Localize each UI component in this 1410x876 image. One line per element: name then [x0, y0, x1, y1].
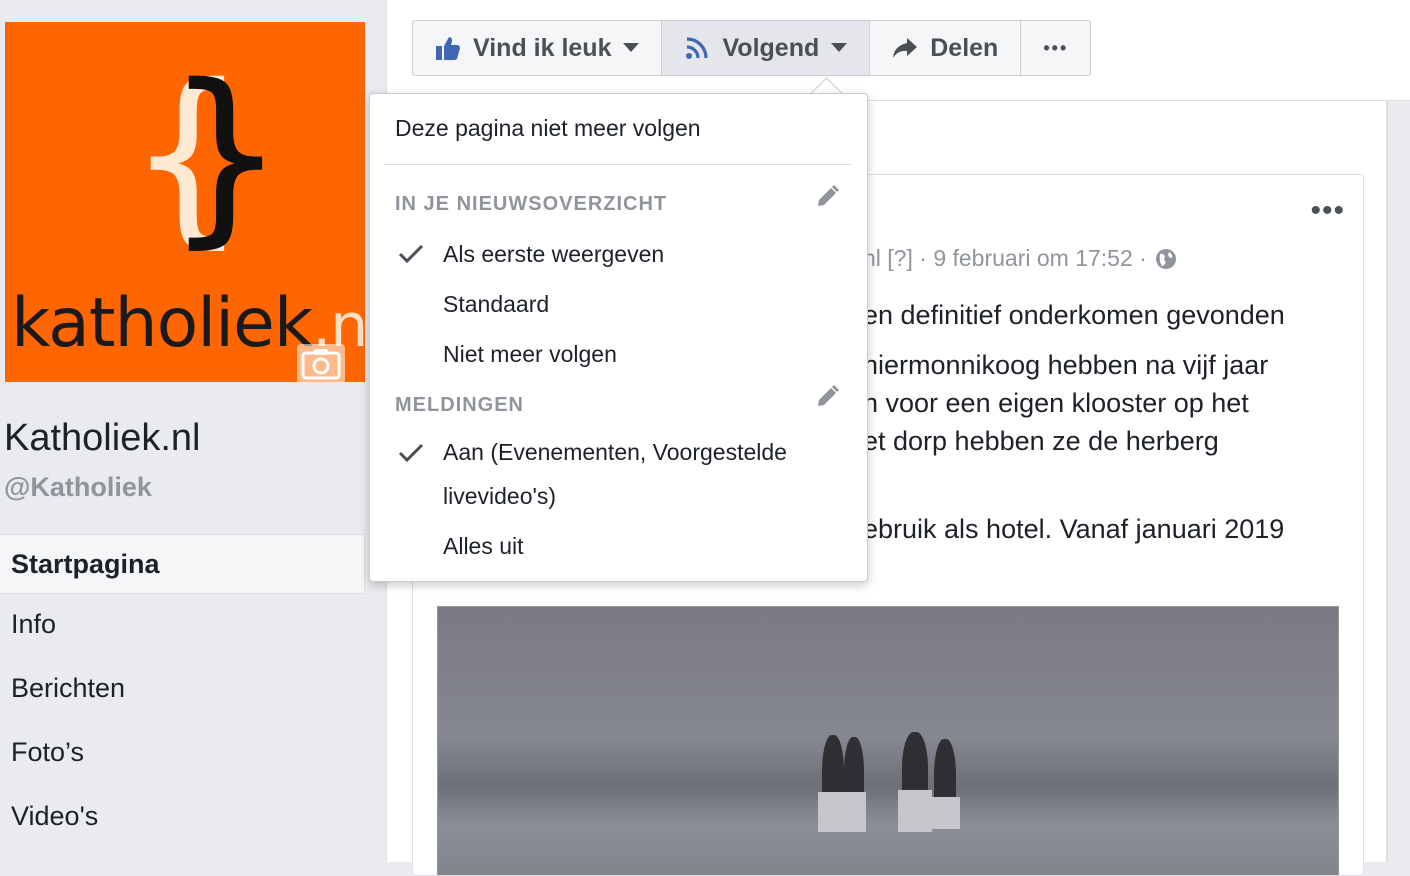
- post-photo[interactable]: [437, 606, 1339, 875]
- nav-item-videos[interactable]: Video's: [0, 786, 365, 850]
- show-first-option[interactable]: Als eerste weergeven: [443, 241, 664, 268]
- post-options-button[interactable]: •••: [1310, 196, 1345, 226]
- notifications-on-option-cont[interactable]: livevideo's): [443, 483, 556, 510]
- post-text-line: ebruik als hotel. Vanaf januari 2019: [863, 514, 1285, 544]
- default-option[interactable]: Standaard: [443, 291, 549, 318]
- camera-icon[interactable]: [297, 344, 345, 382]
- pencil-icon[interactable]: [814, 184, 840, 215]
- logo-brace-close: }: [165, 44, 286, 265]
- follow-button[interactable]: Volgend: [662, 21, 871, 75]
- unfollow-page-item[interactable]: Deze pagina niet meer volgen: [395, 115, 701, 142]
- notifications-off-option[interactable]: Alles uit: [443, 533, 524, 560]
- menu-divider: [384, 164, 852, 165]
- profile-picture[interactable]: { } katholiek.nl: [5, 22, 365, 382]
- share-arrow-icon: [892, 37, 918, 59]
- post-timestamp[interactable]: · 9 februari om 17:52 ·: [919, 245, 1147, 272]
- rss-icon: [684, 35, 710, 61]
- post-text-line: n voor een eigen klooster op het: [863, 388, 1249, 418]
- follow-button-label: Volgend: [722, 33, 820, 62]
- more-actions-button[interactable]: •••: [1021, 21, 1090, 75]
- post-text-line: hiermonnikoog hebben na vijf jaar: [863, 350, 1269, 380]
- left-column: { } katholiek.nl Katholiek.nl @Katholiek…: [0, 0, 387, 862]
- nav-item-info[interactable]: Info: [0, 594, 365, 658]
- follow-dropdown-menu: Deze pagina niet meer volgen IN JE NIEUW…: [369, 93, 868, 582]
- chevron-down-icon: [831, 43, 848, 53]
- unfollow-option[interactable]: Niet meer volgen: [443, 341, 617, 368]
- page-handle[interactable]: @Katholiek: [4, 472, 152, 503]
- post-text-line: et dorp hebben ze de herberg: [863, 426, 1219, 456]
- checkmark-icon: [398, 443, 424, 468]
- share-button-label: Delen: [930, 33, 999, 62]
- chevron-down-icon: [623, 43, 640, 53]
- page-title: Katholiek.nl: [4, 417, 201, 459]
- globe-icon: [1155, 248, 1177, 270]
- photo-figure-robe: [842, 792, 866, 832]
- nav-item-fotos[interactable]: Foto’s: [0, 722, 365, 786]
- like-button-label: Vind ik leuk: [473, 33, 612, 62]
- newsfeed-section-header: IN JE NIEUWSOVERZICHT: [395, 193, 668, 215]
- nav-item-berichten[interactable]: Berichten: [0, 658, 365, 722]
- pencil-icon[interactable]: [814, 384, 840, 415]
- photo-figure-robe: [932, 797, 960, 829]
- thumbs-up-icon: [435, 35, 461, 61]
- checkmark-icon: [398, 244, 424, 269]
- more-dots-icon: •••: [1043, 37, 1069, 58]
- page-action-bar: Vind ik leuk Volgend Delen •••: [412, 20, 1092, 76]
- share-button[interactable]: Delen: [870, 21, 1022, 75]
- page-nav: Startpagina Info Berichten Foto’s Video'…: [0, 534, 365, 850]
- notifications-on-option[interactable]: Aan (Evenementen, Voorgestelde: [443, 439, 787, 466]
- like-button[interactable]: Vind ik leuk: [413, 21, 663, 75]
- photo-figure-robe: [898, 790, 932, 832]
- post-text-line: en definitief onderkomen gevonden: [863, 300, 1285, 330]
- nav-item-startpagina[interactable]: Startpagina: [0, 534, 365, 594]
- post-meta-flag[interactable]: [?]: [887, 245, 913, 272]
- feed-panel-border: [1386, 101, 1388, 862]
- post-meta: nl [?] · 9 februari om 17:52 ·: [863, 245, 1177, 272]
- notifications-section-header: MELDINGEN: [395, 394, 524, 416]
